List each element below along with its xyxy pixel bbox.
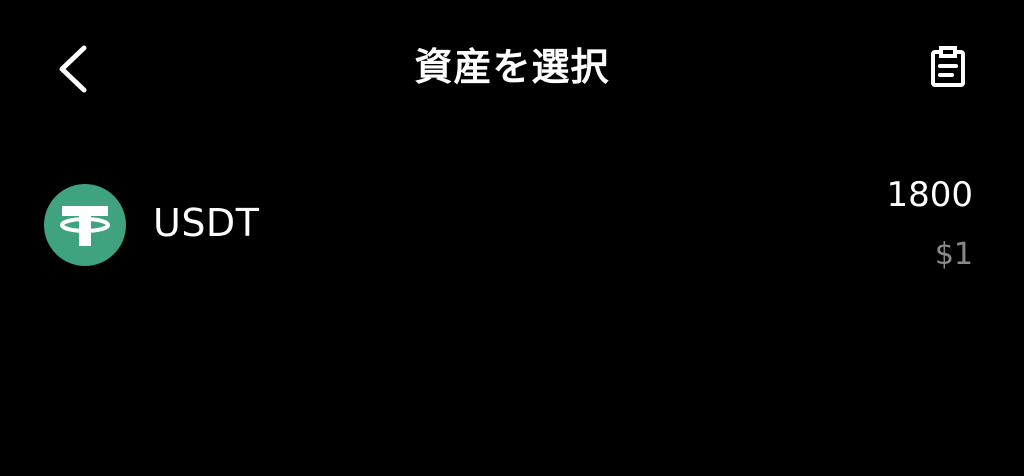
asset-amount: 1800 (886, 175, 973, 215)
header-bar: 資産を選択 (0, 0, 1024, 136)
tether-icon (44, 184, 126, 266)
asset-fiat-value: $1 (934, 237, 973, 272)
asset-row-usdt[interactable]: USDT 1800 $1 (0, 160, 1024, 290)
document-list-icon (931, 46, 965, 87)
history-button[interactable] (918, 38, 978, 98)
page-title: 資産を選択 (414, 45, 610, 89)
asset-symbol: USDT (153, 201, 260, 245)
